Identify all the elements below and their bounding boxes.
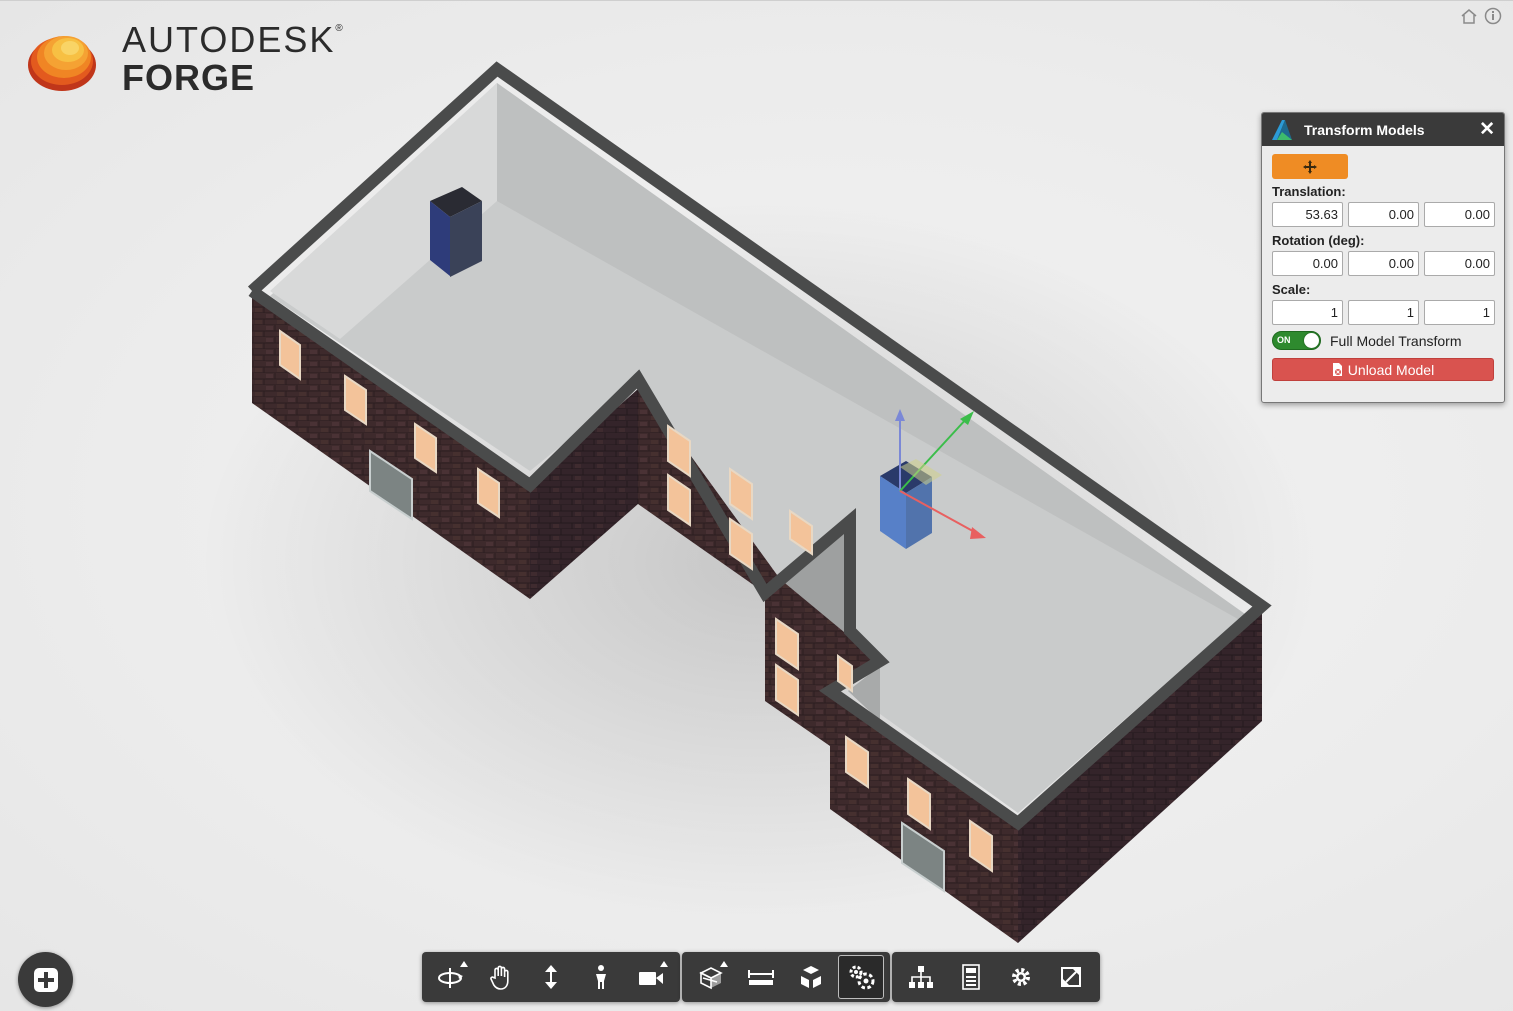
rotation-y-input[interactable] <box>1348 251 1419 276</box>
panel-title: Transform Models <box>1304 121 1425 138</box>
toolbar-modeling <box>682 952 890 1002</box>
pan-tool-button[interactable] <box>478 955 524 999</box>
first-person-icon <box>596 965 606 989</box>
model-browser-icon <box>909 966 933 988</box>
info-icon[interactable] <box>1483 6 1503 26</box>
orbit-tool-button[interactable] <box>428 955 474 999</box>
properties-icon <box>962 964 980 990</box>
measure-tool-button[interactable] <box>738 955 784 999</box>
toolbar-navigation <box>422 952 680 1002</box>
translation-z-input[interactable] <box>1424 202 1495 227</box>
move-icon <box>1303 159 1317 174</box>
properties-button[interactable] <box>948 955 994 999</box>
logo-wordmark-autodesk: AUTODESK® <box>122 19 345 60</box>
rotation-label: Rotation (deg): <box>1272 233 1365 248</box>
translation-label: Translation: <box>1272 184 1346 199</box>
scale-x-input[interactable] <box>1272 300 1343 325</box>
plus-icon <box>33 967 58 992</box>
translation-row <box>1272 202 1495 227</box>
fullscreen-icon <box>1061 967 1081 987</box>
orbit-menu-arrow[interactable] <box>460 961 468 967</box>
camera-tool-button[interactable] <box>628 955 674 999</box>
autodesk-a-icon <box>1272 119 1292 140</box>
toggle-knob <box>1304 333 1319 348</box>
full-model-transform-label: Full Model Transform <box>1330 332 1462 349</box>
logo-wordmark-forge: FORGE <box>122 57 256 98</box>
toggle-state-label: ON <box>1277 335 1291 345</box>
section-tool-button[interactable] <box>688 955 734 999</box>
settings-button[interactable] <box>998 955 1044 999</box>
transform-models-panel[interactable]: Transform Models ✕ Translation: Rotation… <box>1261 112 1505 403</box>
unload-model-label: Unload Model <box>1347 361 1435 378</box>
measure-icon <box>748 970 774 985</box>
home-icon[interactable] <box>1459 6 1479 26</box>
settings-icon <box>1012 968 1030 986</box>
top-right-controls <box>1459 6 1503 26</box>
rotation-row <box>1272 251 1495 276</box>
translation-x-input[interactable] <box>1272 202 1343 227</box>
dolly-icon <box>545 965 557 989</box>
panel-header[interactable]: Transform Models ✕ <box>1262 113 1504 146</box>
forge-logo-icon <box>28 36 96 91</box>
move-tool-button[interactable] <box>1272 154 1348 179</box>
autodesk-forge-logo: AUTODESK® FORGE <box>26 19 346 99</box>
pan-icon <box>490 965 509 990</box>
viewer-canvas[interactable]: AUTODESK® FORGE Transform Models ✕ Trans… <box>0 0 1513 1011</box>
camera-icon <box>639 972 663 985</box>
full-model-transform-row: ON Full Model Transform <box>1272 331 1494 350</box>
section-menu-arrow[interactable] <box>720 961 728 967</box>
explode-icon <box>801 966 821 988</box>
scale-row <box>1272 300 1495 325</box>
explode-tool-button[interactable] <box>788 955 834 999</box>
file-remove-icon <box>1332 363 1342 376</box>
rotation-x-input[interactable] <box>1272 251 1343 276</box>
fullscreen-button[interactable] <box>1048 955 1094 999</box>
model-browser-button[interactable] <box>898 955 944 999</box>
orbit-icon <box>438 968 463 988</box>
add-model-button[interactable] <box>18 952 73 1007</box>
translation-y-input[interactable] <box>1348 202 1419 227</box>
transform-extension-button[interactable] <box>838 955 884 999</box>
scale-label: Scale: <box>1272 282 1311 297</box>
scale-y-input[interactable] <box>1348 300 1419 325</box>
scale-z-input[interactable] <box>1424 300 1495 325</box>
close-icon[interactable]: ✕ <box>1479 120 1495 139</box>
unload-model-button[interactable]: Unload Model <box>1272 358 1494 381</box>
first-person-tool-button[interactable] <box>578 955 624 999</box>
section-icon <box>699 967 723 990</box>
camera-menu-arrow[interactable] <box>660 961 668 967</box>
full-model-transform-toggle[interactable]: ON <box>1272 331 1321 350</box>
rotation-z-input[interactable] <box>1424 251 1495 276</box>
transform-extension-icon <box>849 965 875 990</box>
dolly-tool-button[interactable] <box>528 955 574 999</box>
toolbar-settings <box>892 952 1100 1002</box>
